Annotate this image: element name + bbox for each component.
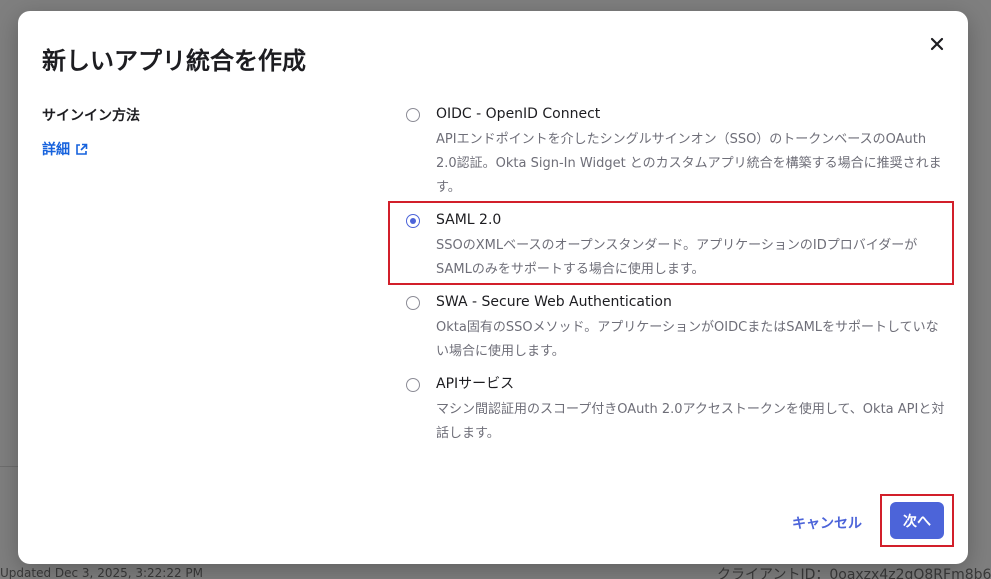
background-client-id: クライアントID：0oaxzx4z2gQ8RFm8b69 xyxy=(717,567,991,579)
create-app-integration-dialog: 新しいアプリ統合を作成 サインイン方法 詳細 OIDC - OpenID Con… xyxy=(18,11,968,564)
close-icon xyxy=(930,37,944,51)
radio-oidc[interactable] xyxy=(406,108,420,122)
option-api-service-label: APIサービス xyxy=(436,376,515,392)
option-swa-description: Okta固有のSSOメソッド。アプリケーションがOIDCまたはSAMLをサポート… xyxy=(436,320,939,359)
radio-api-service[interactable] xyxy=(406,378,420,392)
radio-swa[interactable] xyxy=(406,296,420,310)
dialog-title: 新しいアプリ統合を作成 xyxy=(42,47,306,75)
background-updated-text: Updated Dec 3, 2025, 3:22:22 PM xyxy=(0,566,204,579)
external-link-icon xyxy=(76,143,88,155)
option-oidc-label: OIDC - OpenID Connect xyxy=(436,106,601,122)
radio-saml[interactable] xyxy=(406,214,420,228)
sign-in-method-label: サインイン方法 xyxy=(42,108,140,124)
option-saml-label: SAML 2.0 xyxy=(436,212,502,228)
option-oidc-description: APIエンドポイントを介したシングルサインオン（SSO）のトークンベースのOAu… xyxy=(436,132,942,195)
details-link-text: 詳細 xyxy=(42,142,70,158)
details-link[interactable]: 詳細 xyxy=(42,139,88,159)
next-button[interactable]: 次へ xyxy=(890,502,944,539)
cancel-button[interactable]: キャンセル xyxy=(784,509,870,537)
option-swa-label: SWA - Secure Web Authentication xyxy=(436,294,672,310)
close-button[interactable] xyxy=(924,31,950,57)
background-divider xyxy=(0,466,18,467)
option-saml-description: SSOのXMLベースのオープンスタンダード。アプリケーションのIDプロバイダーが… xyxy=(436,238,918,277)
option-api-service-description: マシン間認証用のスコープ付きOAuth 2.0アクセストークンを使用して、Okt… xyxy=(436,402,945,441)
